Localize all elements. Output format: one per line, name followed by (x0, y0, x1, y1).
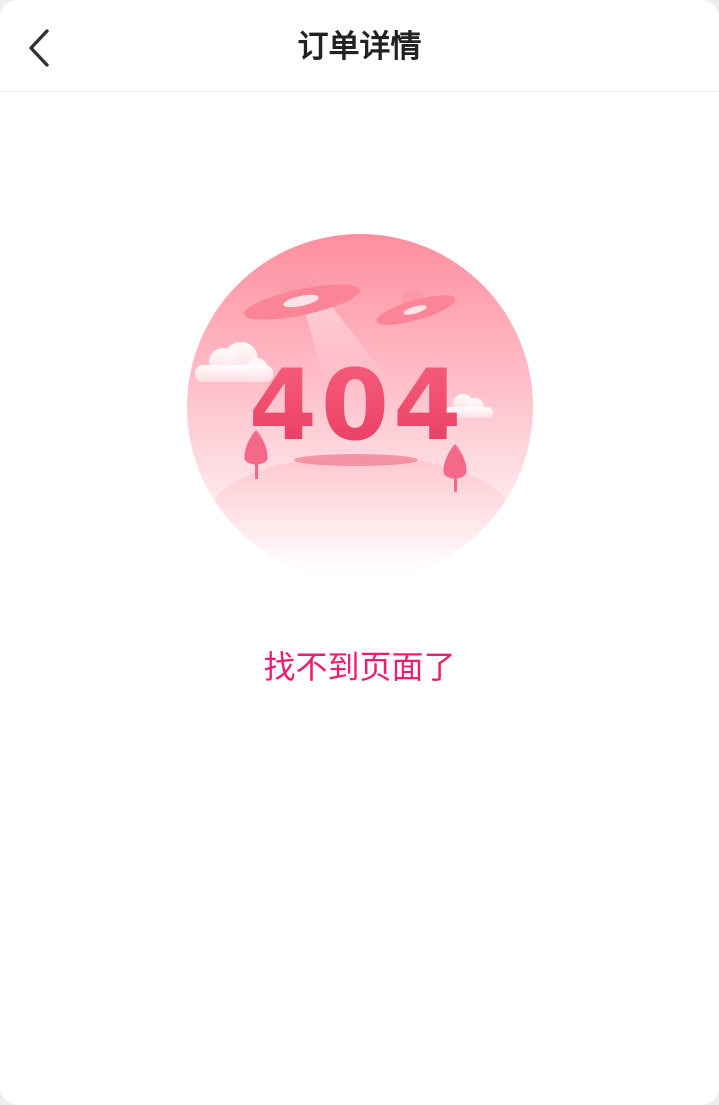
error-message: 找不到页面了 (263, 648, 456, 686)
page: 订单详情 404 找不到页面了 (0, 0, 719, 1105)
nav-bar: 订单详情 (0, 0, 719, 92)
error-404-illustration: 404 (187, 234, 533, 580)
error-code: 404 (249, 349, 466, 463)
page-title: 订单详情 (297, 29, 422, 65)
